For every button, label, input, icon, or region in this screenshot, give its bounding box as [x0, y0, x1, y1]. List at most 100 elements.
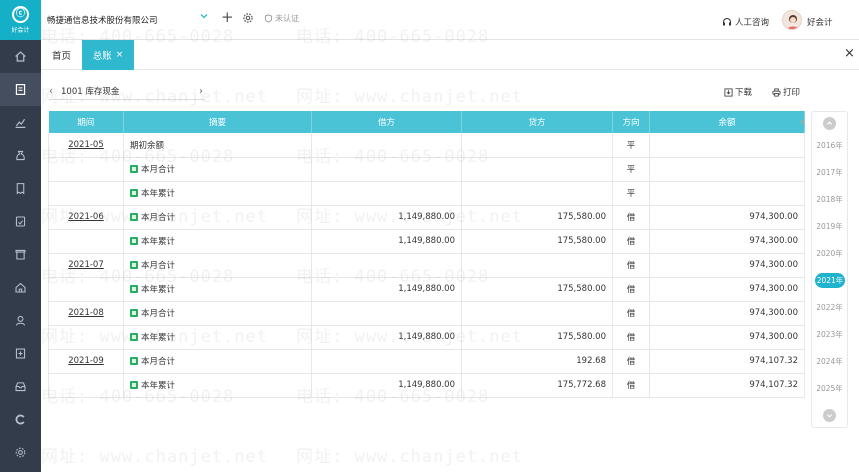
debit-cell	[311, 157, 462, 182]
scroll-down-icon[interactable]	[823, 409, 836, 422]
print-button[interactable]: 打印	[772, 86, 800, 98]
summary-cell-text: 本月合计	[141, 213, 176, 223]
consult-button[interactable]: 人工咨询	[722, 16, 769, 28]
sidebar-item-funds[interactable]	[0, 139, 41, 172]
chevron-down-icon[interactable]	[199, 11, 209, 21]
summary-cell-text: 本年累计	[141, 189, 176, 199]
account-name: 1001 库存现金	[61, 87, 120, 97]
table-row[interactable]: 2021-05 期初余额 平	[48, 133, 805, 158]
year-item[interactable]: 2021年	[815, 273, 845, 288]
direction-cell-text: 借	[626, 381, 636, 391]
sidebar-item-settings[interactable]	[0, 436, 41, 469]
tab-general-ledger[interactable]: 总账 ×	[82, 40, 134, 70]
balance-cell: 974,300.00	[649, 325, 805, 350]
period-cell	[48, 229, 124, 254]
table-body: 2021-05 期初余额平本月合计平本年累计平 2021-06 本月合计 1,149,8…	[48, 133, 805, 398]
period-cell[interactable]: 2021-09	[48, 349, 124, 374]
period-cell[interactable]: 2021-06	[48, 205, 124, 230]
download-label: 下载	[735, 88, 753, 98]
sidebar-item-ledger[interactable]	[0, 73, 41, 106]
direction-cell-text: 平	[626, 165, 636, 175]
period-cell[interactable]: 2021-08	[48, 301, 124, 326]
credit-cell: 192.68	[461, 349, 613, 374]
debit-cell-text: 1,149,880.00	[398, 332, 455, 342]
credit-cell-text: 175,580.00	[557, 284, 606, 294]
summary-cell-text: 本月合计	[141, 261, 176, 271]
close-panel-icon[interactable]: ×	[844, 47, 855, 60]
year-item[interactable]: 2016年	[812, 138, 847, 153]
year-item[interactable]: 2020年	[812, 246, 847, 261]
sidebar-item-inventory[interactable]	[0, 238, 41, 271]
year-item[interactable]: 2024年	[812, 354, 847, 369]
balance-cell-text: 974,300.00	[749, 284, 798, 294]
table-row[interactable]: 本月合计 平	[48, 157, 805, 182]
sidebar-item-archive[interactable]	[0, 370, 41, 403]
direction-cell: 借	[612, 349, 650, 374]
year-item[interactable]: 2022年	[812, 300, 847, 315]
period-cell	[48, 277, 124, 302]
table-row[interactable]: 2021-09 本月合计 192.68 借 974,107.32	[48, 349, 805, 374]
app-logo[interactable]: ⓒ 好会计	[0, 0, 41, 40]
table-row[interactable]: 本年累计 1,149,880.00 175,772.68 借 974,107.32	[48, 373, 805, 398]
summary-total-icon	[130, 165, 138, 173]
table-row[interactable]: 2021-07 本月合计 借 974,300.00	[48, 253, 805, 278]
summary-cell-text: 期初余额	[130, 140, 165, 151]
sidebar-item-invoices[interactable]	[0, 172, 41, 205]
scroll-up-icon[interactable]	[823, 117, 836, 130]
gear-icon[interactable]	[242, 12, 254, 24]
balance-cell-text: 974,300.00	[749, 332, 798, 342]
summary-cell-text: 本年累计	[141, 285, 176, 295]
download-button[interactable]: 下载	[724, 86, 752, 98]
direction-cell: 平	[612, 157, 650, 182]
direction-cell: 平	[612, 133, 650, 158]
year-item[interactable]: 2018年	[812, 192, 847, 207]
balance-cell: 974,300.00	[649, 277, 805, 302]
chevron-right-icon[interactable]: ›	[199, 84, 203, 100]
debit-cell	[311, 133, 462, 158]
sidebar-item-brand[interactable]	[0, 403, 41, 436]
account-selector[interactable]: ‹ 1001 库存现金 ›	[49, 84, 205, 100]
sidebar-item-home[interactable]	[0, 40, 41, 73]
table-row[interactable]: 2021-06 本月合计 1,149,880.00 175,580.00 借 974,30…	[48, 205, 805, 230]
direction-cell-text: 平	[626, 140, 636, 151]
user-name[interactable]: 好会计	[807, 16, 833, 28]
sidebar-item-payroll[interactable]	[0, 304, 41, 337]
table-row[interactable]: 2021-08 本月合计 借 974,300.00	[48, 301, 805, 326]
summary-cell: 本月合计	[123, 253, 312, 278]
year-item[interactable]: 2019年	[812, 219, 847, 234]
year-item[interactable]: 2017年	[812, 165, 847, 180]
tab-general-ledger-label: 总账	[92, 51, 112, 62]
general-ledger-table: 期间 摘要 借方 贷方 方向 余额 2021-05 期初余额平本月合计平本年累计平…	[48, 111, 805, 398]
summary-cell: 本月合计	[123, 349, 312, 374]
sidebar-item-assets[interactable]	[0, 271, 41, 304]
credit-cell: 175,580.00	[461, 229, 613, 254]
sidebar-item-vouchers[interactable]	[0, 337, 41, 370]
voucher-icon	[15, 348, 26, 359]
balance-cell-text: 974,107.32	[749, 380, 798, 390]
table-row[interactable]: 本年累计 平	[48, 181, 805, 206]
add-icon[interactable]: +	[221, 10, 234, 25]
table-row[interactable]: 本年累计 1,149,880.00 175,580.00 借 974,300.00	[48, 229, 805, 254]
avatar[interactable]	[782, 10, 802, 30]
period-cell[interactable]: 2021-07	[48, 253, 124, 278]
download-icon	[724, 87, 733, 97]
payroll-icon	[15, 315, 26, 326]
certification-status[interactable]: 未认证	[264, 13, 299, 24]
period-cell[interactable]: 2021-05	[48, 133, 124, 158]
collapse-arrows-icon[interactable]: «	[799, 116, 806, 127]
tab-home[interactable]: 首页	[41, 40, 82, 70]
close-icon[interactable]: ×	[116, 50, 124, 60]
sidebar-item-tax[interactable]	[0, 205, 41, 238]
year-item[interactable]: 2023年	[812, 327, 847, 342]
sidebar-item-reports[interactable]	[0, 106, 41, 139]
year-item[interactable]: 2025年	[812, 381, 847, 396]
balance-cell-text: 974,300.00	[749, 212, 798, 222]
table-row[interactable]: 本年累计 1,149,880.00 175,580.00 借 974,300.00	[48, 277, 805, 302]
company-name[interactable]: 畅捷通信息技术股份有限公司	[47, 14, 158, 26]
column-header-period: 期间	[48, 111, 124, 133]
tax-icon	[15, 216, 26, 227]
chevron-left-icon[interactable]: ‹	[49, 84, 53, 100]
archive-icon	[15, 382, 26, 392]
table-row[interactable]: 本年累计 1,149,880.00 175,580.00 借 974,300.00	[48, 325, 805, 350]
settings-icon	[15, 447, 26, 458]
